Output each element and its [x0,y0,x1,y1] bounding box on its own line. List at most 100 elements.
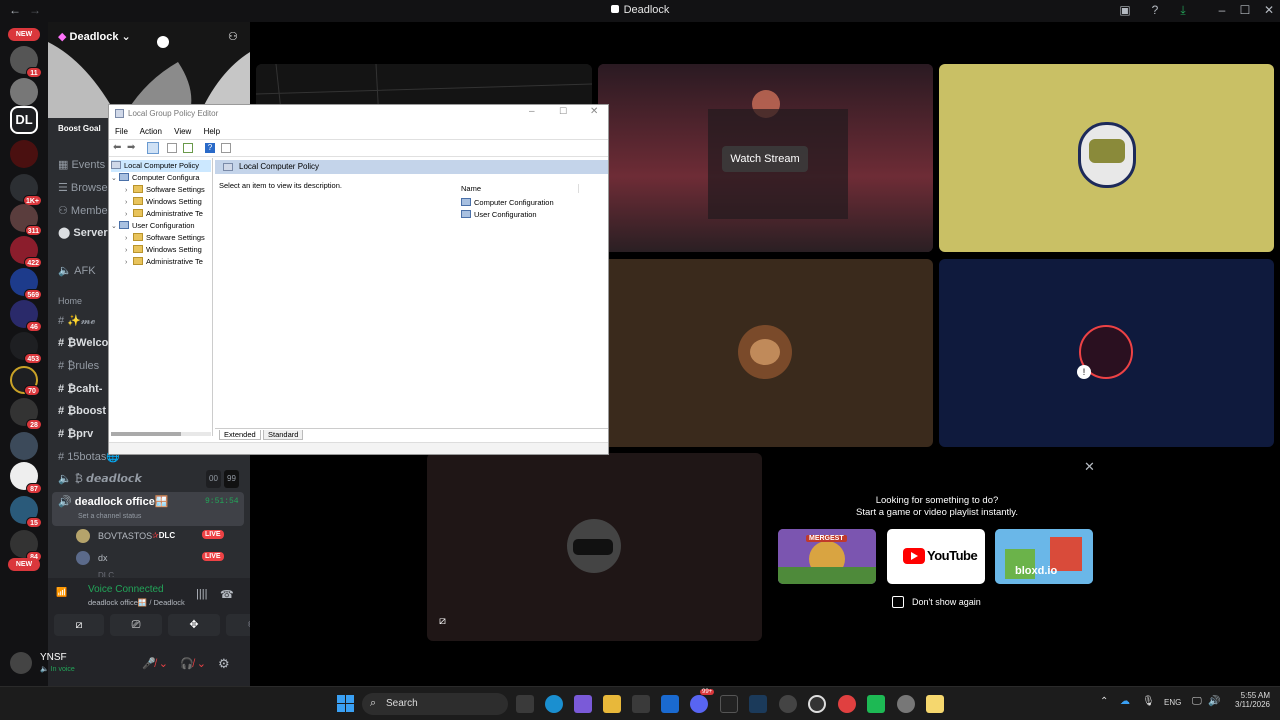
settings-icon[interactable]: ⚙ [218,656,230,672]
inbox-icon[interactable]: ▣ [1118,3,1132,17]
voice-user[interactable]: dx LIVE [76,550,246,568]
list-item[interactable]: Computer Configuration [461,198,554,207]
close-icon[interactable]: ✕ [1084,459,1095,475]
edge-browser-icon[interactable] [545,695,563,713]
server-icon[interactable]: 70 [10,366,40,396]
browse-link[interactable]: ☰ Browse [58,179,108,197]
participant-tile[interactable] [598,259,933,447]
deadlock-app-icon[interactable] [720,695,738,713]
channel-item[interactable]: # ₿prv [58,425,93,443]
watch-stream-button[interactable]: Watch Stream [722,146,808,172]
participant-tile[interactable]: ⧄ [427,453,762,641]
category-home[interactable]: Home [58,292,82,310]
stream-tile[interactable]: Watch Stream [598,64,933,252]
channel-status-input[interactable]: Set a channel status [78,513,141,520]
filter-icon[interactable] [221,143,231,153]
boost-goal-label[interactable]: Boost Goal [58,124,101,133]
server-icon[interactable]: 84 [10,530,42,562]
channel-item[interactable]: # ₿boost [58,402,106,420]
app-icon[interactable] [838,695,856,713]
show-hidden-icons[interactable]: ⌃ [1100,696,1108,707]
tree-root[interactable]: Local Computer Policy [111,160,211,172]
tab-standard[interactable]: Standard [263,430,304,440]
tree-item[interactable]: › Administrative Te [125,256,203,268]
onedrive-icon[interactable]: ☁ [1120,696,1130,707]
server-icon[interactable]: 28 [10,398,42,430]
file-explorer-icon[interactable] [603,695,621,713]
forward-arrow-icon[interactable]: ➡ [127,142,135,153]
server-icon[interactable]: 15 [10,496,42,528]
disconnect-icon[interactable]: ☎ [220,588,234,601]
activity-card-youtube[interactable]: YouTube [887,529,985,584]
maximize-icon[interactable]: ☐ [559,106,567,117]
tree-item[interactable]: › Software Settings [125,232,205,244]
copilot-icon[interactable] [574,695,592,713]
list-item[interactable]: User Configuration [461,210,537,219]
discord-icon[interactable]: 99+ [690,689,715,713]
share-screen-button[interactable]: ⎚ [110,614,162,636]
channel-afk[interactable]: 🔈 AFK [58,262,96,280]
channel-item[interactable]: # ₿caht- [58,380,102,398]
minimize-icon[interactable]: – [529,106,535,117]
horizontal-scrollbar[interactable] [111,432,211,436]
column-header-name[interactable]: Name [461,184,579,193]
mute-icon[interactable]: 🎤̸ ⌄ [142,657,168,670]
app-icon[interactable] [867,695,885,713]
server-icon[interactable] [10,140,38,168]
tree-item[interactable]: › Software Settings [125,184,205,196]
server-icon[interactable]: 311 [10,204,42,236]
back-arrow-icon[interactable]: ⬅ [113,142,121,153]
maximize-icon[interactable]: ☐ [1238,3,1252,17]
dont-show-checkbox[interactable] [892,596,904,608]
server-icon[interactable] [10,78,38,106]
app-icon[interactable] [779,695,797,713]
download-icon[interactable]: ⤓ [1176,3,1190,17]
settings-gear-icon[interactable] [897,695,915,713]
server-icon[interactable]: 453 [10,332,42,364]
channel-item[interactable]: # ₿rules [58,357,99,375]
participant-tile[interactable]: ! [939,259,1274,447]
notepad-icon[interactable] [926,695,944,713]
server-icon[interactable]: 87 [10,462,42,494]
server-guide-link[interactable]: ⬤ Server [58,224,108,242]
server-icon-active[interactable]: DL [10,106,38,134]
properties-icon[interactable] [167,143,177,153]
help-icon[interactable]: ? [205,143,215,153]
minimize-icon[interactable]: – [1215,3,1229,17]
activity-card-bloxd[interactable]: bloxd.io [995,529,1093,584]
tree-item[interactable]: › Windows Setting [125,196,202,208]
show-hide-tree-icon[interactable] [147,142,159,154]
invite-icon[interactable]: ⚇ [228,30,238,43]
language-indicator[interactable]: ENG [1164,698,1181,707]
server-name-header[interactable]: ◆ Deadlock ⌄ [58,30,131,43]
server-icon[interactable]: 11 [10,46,42,78]
deafen-icon[interactable]: 🎧̸ ⌄ [180,657,206,670]
close-icon[interactable]: ✕ [1262,3,1276,17]
noise-suppression-icon[interactable]: |||| [196,588,207,600]
menu-help[interactable]: Help [204,127,220,136]
close-icon[interactable]: ✕ [590,106,598,117]
help-icon[interactable]: ? [1148,3,1162,17]
server-icon[interactable]: 569 [10,268,42,300]
activities-button[interactable]: ✥ [168,614,220,636]
steam-icon[interactable] [749,695,767,713]
server-icon[interactable]: 46 [10,300,42,332]
voice-channel-office[interactable]: 🔊 deadlock office🪟 9:51:54 Set a channel… [52,492,244,526]
tree-item[interactable]: › Windows Setting [125,244,202,256]
participant-tile[interactable] [939,64,1274,252]
channel-item[interactable]: # ✨𝓶𝓮 [58,312,96,330]
microphone-icon[interactable]: 🎙 [1142,696,1155,707]
obs-icon[interactable] [808,695,826,713]
voice-user[interactable]: BOVTASTOS ✰DLC LIVE [76,528,246,546]
store-icon[interactable] [632,695,650,713]
server-icon[interactable]: 1K+ [10,174,42,206]
clock[interactable]: 5:55 AM 3/11/2026 [1226,691,1270,709]
avatar[interactable] [10,652,32,674]
search-box[interactable]: ⌕ Search [362,693,508,715]
outlook-icon[interactable] [661,695,679,713]
volume-icon[interactable]: 🔊 [1208,696,1220,707]
menu-action[interactable]: Action [140,127,162,136]
menu-file[interactable]: File [115,127,128,136]
activity-card-mergest[interactable]: MERGEST [778,529,876,584]
user-name[interactable]: DLC [98,571,114,577]
